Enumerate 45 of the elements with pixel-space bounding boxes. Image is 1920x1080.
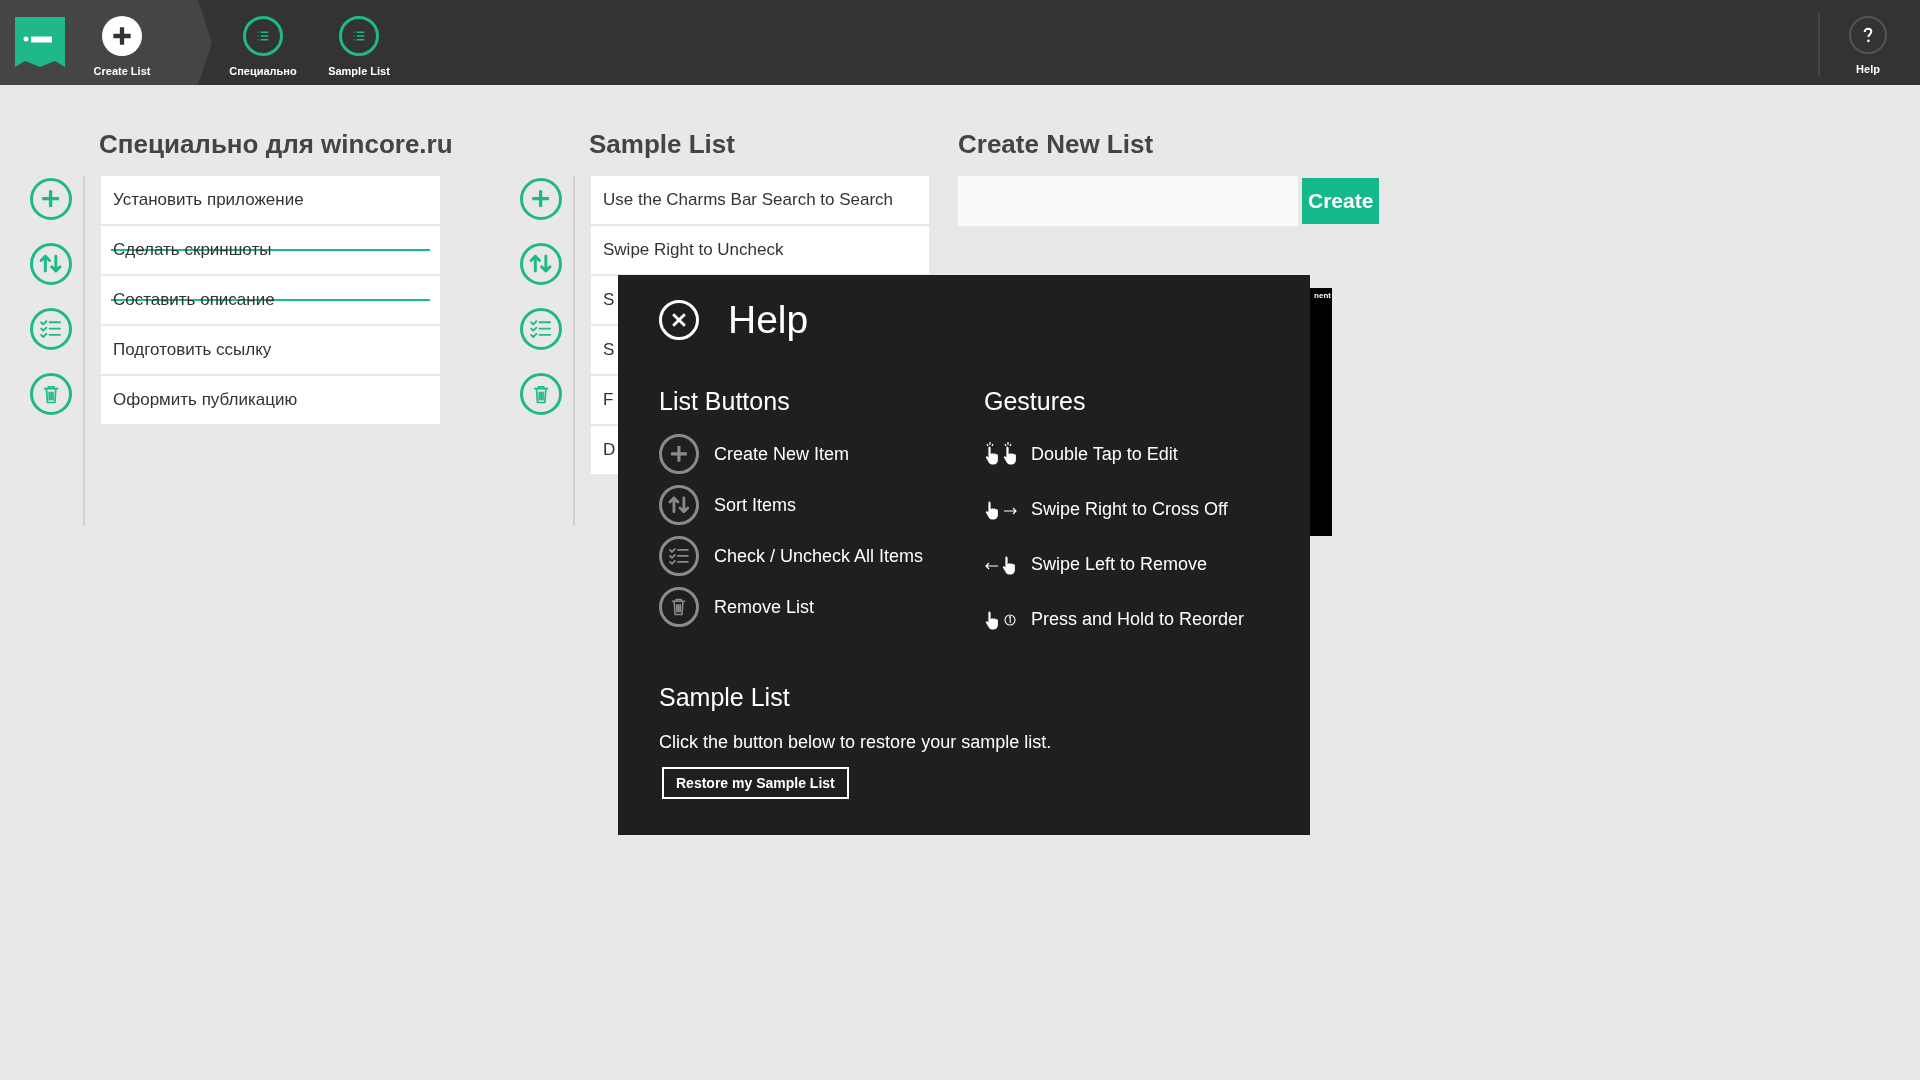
sort-button[interactable] bbox=[520, 243, 562, 285]
create-list-button[interactable]: Create List bbox=[80, 0, 164, 85]
restore-description: Click the button below to restore your sample list. bbox=[659, 731, 1053, 754]
list-item[interactable]: Подготовить ссылку bbox=[101, 326, 440, 374]
list-tab[interactable]: Специально bbox=[215, 0, 311, 85]
list-item[interactable]: Use the Charms Bar Search to Search bbox=[591, 176, 929, 224]
section-heading: Gestures bbox=[984, 386, 1087, 417]
sort-icon bbox=[659, 485, 699, 525]
section-heading: Sample List bbox=[659, 682, 791, 713]
panel-label: nent bbox=[1313, 290, 1332, 302]
help-item-label: Remove List bbox=[714, 595, 815, 619]
list-item[interactable]: Установить приложение bbox=[101, 176, 440, 224]
help-item-label: Sort Items bbox=[714, 493, 797, 517]
list-icon bbox=[339, 16, 379, 56]
sort-button[interactable] bbox=[30, 243, 72, 285]
help-icon bbox=[1849, 16, 1887, 54]
help-item-label: Press and Hold to Reorder bbox=[1031, 607, 1245, 631]
dialog-title: Help bbox=[728, 296, 809, 343]
add-button[interactable] bbox=[30, 178, 72, 220]
help-item-label: Check / Uncheck All Items bbox=[714, 544, 924, 568]
close-button[interactable] bbox=[659, 300, 699, 340]
list-title: Sample List bbox=[589, 128, 735, 161]
help-item-label: Swipe Right to Cross Off bbox=[1031, 497, 1228, 521]
help-item-label: Double Tap to Edit bbox=[1031, 442, 1178, 466]
help-item-label: Create New Item bbox=[714, 442, 850, 466]
trash-button[interactable] bbox=[520, 373, 562, 415]
add-icon bbox=[659, 434, 699, 474]
create-list-title: Create New List bbox=[958, 128, 1155, 161]
help-button[interactable]: Help bbox=[1820, 0, 1916, 85]
add-button[interactable] bbox=[520, 178, 562, 220]
section-heading: List Buttons bbox=[659, 386, 791, 417]
app-logo bbox=[15, 17, 65, 67]
trash-icon bbox=[659, 587, 699, 627]
checklist-button[interactable] bbox=[520, 308, 562, 350]
checklist-icon bbox=[659, 536, 699, 576]
restore-button[interactable]: Restore my Sample List bbox=[662, 767, 849, 799]
list-tab[interactable]: Sample List bbox=[311, 0, 407, 85]
trash-button[interactable] bbox=[30, 373, 72, 415]
list-icon bbox=[243, 16, 283, 56]
help-item-label: Swipe Left to Remove bbox=[1031, 552, 1208, 576]
list-item[interactable]: Оформить публикацию bbox=[101, 376, 440, 424]
checklist-button[interactable] bbox=[30, 308, 72, 350]
plus-icon bbox=[102, 16, 142, 56]
list-item[interactable]: Swipe Right to Uncheck bbox=[591, 226, 929, 274]
list-title: Специально для wincore.ru bbox=[99, 128, 453, 161]
